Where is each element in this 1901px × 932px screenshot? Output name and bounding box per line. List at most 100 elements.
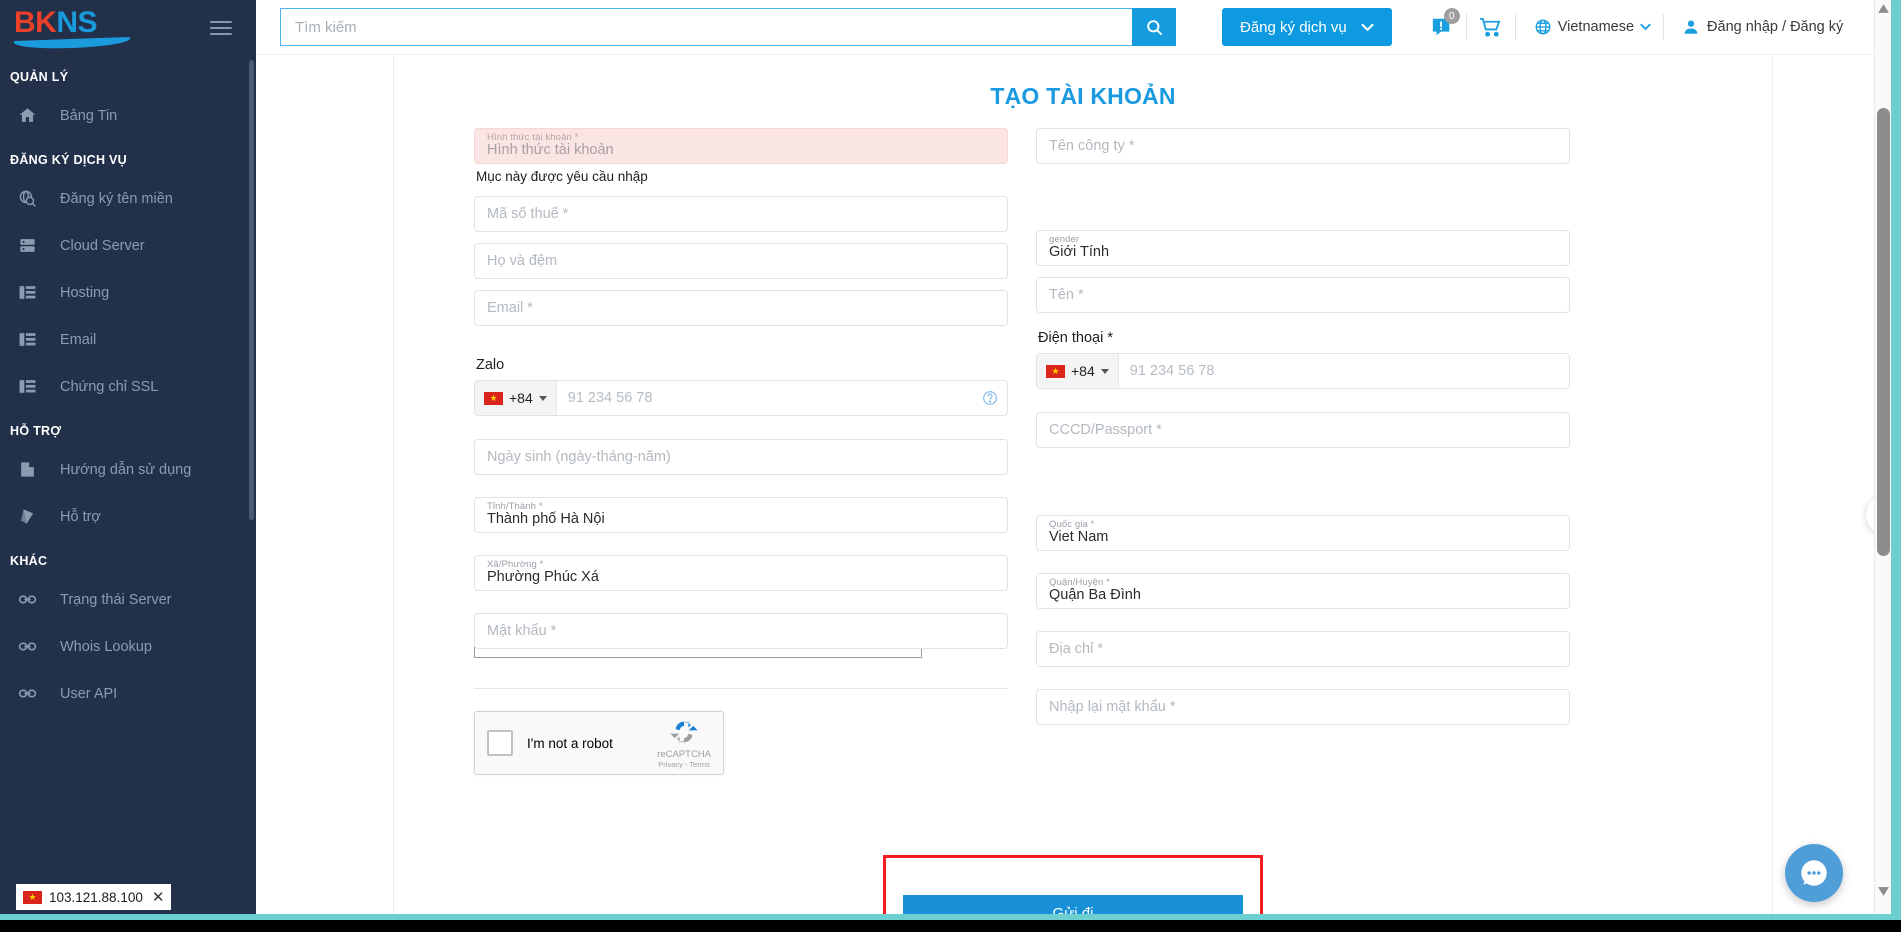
sidebar-item-trang-thai-server[interactable]: Trạng thái Server [0, 576, 256, 623]
first-name-field[interactable]: Tên * [1036, 277, 1570, 314]
country-field[interactable]: Quốc gia * Viet Nam [1036, 515, 1570, 552]
page-title: TẠO TÀI KHOẢN [990, 83, 1176, 110]
sidebar-item-label: Cloud Server [60, 237, 145, 254]
district-label: Quận/Huyện * [1049, 577, 1110, 589]
sidebar-item-email[interactable]: Email [0, 316, 256, 363]
recaptcha-terms[interactable]: Privacy - Terms [658, 760, 710, 769]
chevron-down-icon [1360, 23, 1374, 31]
ward-field[interactable]: Xã/Phường * Phường Phúc Xá [474, 555, 1008, 592]
phone-field[interactable]: ★ +84 91 234 56 78 [1036, 353, 1570, 390]
account-type-field[interactable]: Hình thức tài khoản * Hình thức tài khoả… [474, 128, 1008, 165]
sidebar-section-title-3: KHÁC [10, 554, 48, 568]
password-confirm-placeholder: Nhập lại mật khẩu * [1049, 699, 1176, 716]
sidebar-item-whois-lookup[interactable]: Whois Lookup [0, 623, 256, 670]
page-scrollbar[interactable] [1874, 0, 1891, 932]
account-button[interactable]: Đăng nhập / Đăng ký [1682, 18, 1843, 36]
address-field[interactable]: Địa chỉ * [1036, 631, 1570, 668]
district-field[interactable]: Quận/Huyện * Quận Ba Đình [1036, 573, 1570, 610]
home-icon [18, 106, 48, 125]
language-selector[interactable]: Vietnamese [1534, 18, 1651, 36]
sidebar-item-ho-tro[interactable]: Hỗ trợ [0, 493, 256, 540]
sidebar-item-cloud-server[interactable]: Cloud Server [0, 222, 256, 269]
registration-form: Hình thức tài khoản * Hình thức tài khoả… [474, 128, 1692, 776]
cart-button[interactable] [1467, 16, 1515, 39]
last-name-field[interactable]: Họ và đệm [474, 243, 1008, 280]
scroll-down-arrow-icon[interactable] [1877, 885, 1890, 898]
first-name-placeholder: Tên * [1049, 287, 1084, 304]
ward-value: Phường Phúc Xá [487, 569, 599, 586]
sidebar-item-label: Đăng ký tên miền [60, 190, 173, 207]
sidebar-item-label: Hướng dẫn sử dụng [60, 461, 192, 478]
account-type-error: Mục này được yêu cầu nhập [476, 169, 648, 185]
logo-text: BKNS [14, 8, 130, 38]
search-bar [280, 8, 1176, 46]
sidebar-item-label: User API [60, 685, 118, 702]
sidebar-section-title-1: ĐĂNG KÝ DỊCH VỤ [10, 153, 128, 167]
password-confirm-field[interactable]: Nhập lại mật khẩu * [1036, 689, 1570, 726]
bkns-logo[interactable]: BKNS [14, 8, 130, 51]
sidebar-scrollbar[interactable] [249, 60, 254, 520]
chevron-down-icon [1640, 23, 1651, 31]
top-header: Đăng ký dịch vụ 0 Vietnamese Đăng nhập /… [256, 0, 1901, 55]
logo-ns: NS [56, 6, 98, 39]
vietnam-flag-icon: ★ [1046, 364, 1065, 378]
company-name-field[interactable]: Tên công ty * [1036, 128, 1570, 165]
phone-country-code-selector[interactable]: ★ +84 [1037, 354, 1119, 389]
teal-right-edge [1891, 0, 1901, 932]
sidebar-item-label: Hỗ trợ [60, 508, 101, 525]
sidebar-section-title-0: QUẢN LÝ [10, 70, 69, 84]
register-service-button[interactable]: Đăng ký dịch vụ [1222, 8, 1392, 46]
recaptcha-brand-name: reCAPTCHA [657, 749, 711, 761]
district-value: Quận Ba Đình [1049, 587, 1141, 604]
sidebar-item-dang-ky-ten-mien[interactable]: Đăng ký tên miền [0, 175, 256, 222]
zalo-country-code: +84 [509, 390, 533, 407]
user-icon [1684, 20, 1698, 34]
zalo-phone-field[interactable]: ★ +84 91 234 56 78 [474, 380, 1008, 417]
recaptcha-checkbox[interactable] [487, 730, 513, 757]
company-name-placeholder: Tên công ty * [1049, 138, 1135, 155]
province-field[interactable]: Tỉnh/Thành * Thành phố Hà Nội [474, 497, 1008, 534]
email-placeholder: Email * [487, 300, 533, 317]
domain-search-icon [18, 189, 48, 208]
birthday-field[interactable]: Ngày sinh (ngày-tháng-năm) [474, 439, 1008, 476]
logo-bk: BK [14, 6, 57, 39]
vietnam-flag-icon: ★ [23, 890, 42, 904]
password-field[interactable]: Mật khẩu * [474, 613, 1008, 650]
gender-value: Giới Tính [1049, 244, 1110, 261]
sidebar-item-huong-dan-su-dung[interactable]: Hướng dẫn sử dụng [0, 446, 256, 493]
close-icon[interactable]: ✕ [152, 888, 165, 906]
recaptcha-widget[interactable]: I'm not a robot reCAPTCHA Privacy - Term… [474, 711, 724, 776]
sidebar-item-user-api[interactable]: User API [0, 670, 256, 717]
notifications-button[interactable]: 0 [1418, 8, 1466, 38]
email-field[interactable]: Email * [474, 290, 1008, 327]
sidebar-section-title-2: HỖ TRỢ [10, 424, 62, 438]
help-icon[interactable] [982, 381, 1007, 415]
province-value: Thành phố Hà Nội [487, 511, 605, 528]
search-button[interactable] [1132, 8, 1176, 46]
sidebar-item-chung-chi-ssl[interactable]: Chứng chỉ SSL [0, 363, 256, 410]
server-icon [18, 236, 48, 255]
sidebar: BKNS QUẢN LÝ Bảng Tin ĐĂNG KÝ DỊCH VỤ Đă… [0, 0, 256, 932]
link-icon [18, 684, 48, 703]
search-input[interactable] [280, 8, 1132, 46]
id-card-field[interactable]: CCCD/Passport * [1036, 412, 1570, 449]
gender-label: gender [1049, 234, 1080, 246]
ip-badge[interactable]: ★ 103.121.88.100 ✕ [16, 884, 172, 910]
menu-toggle-icon[interactable] [210, 21, 232, 35]
scroll-up-arrow-icon[interactable] [1877, 2, 1890, 15]
sidebar-item-label: Bảng Tin [60, 107, 118, 124]
list-icon [18, 330, 48, 349]
sidebar-item-hosting[interactable]: Hosting [0, 269, 256, 316]
zalo-country-code-selector[interactable]: ★ +84 [475, 381, 557, 416]
zalo-phone-placeholder: 91 234 56 78 [567, 390, 653, 407]
link-icon [18, 590, 48, 609]
chat-bubble-icon [1801, 860, 1827, 886]
account-type-label: Hình thức tài khoản * [487, 132, 579, 144]
last-name-placeholder: Họ và đệm [487, 253, 558, 270]
sidebar-item-bang-tin[interactable]: Bảng Tin [0, 92, 256, 139]
scrollbar-thumb[interactable] [1877, 108, 1890, 556]
chat-widget-button[interactable] [1785, 844, 1843, 902]
tax-code-field[interactable]: Mã số thuế * [474, 196, 1008, 233]
chevron-down-icon [1100, 368, 1109, 374]
gender-field[interactable]: gender Giới Tính [1036, 230, 1570, 267]
